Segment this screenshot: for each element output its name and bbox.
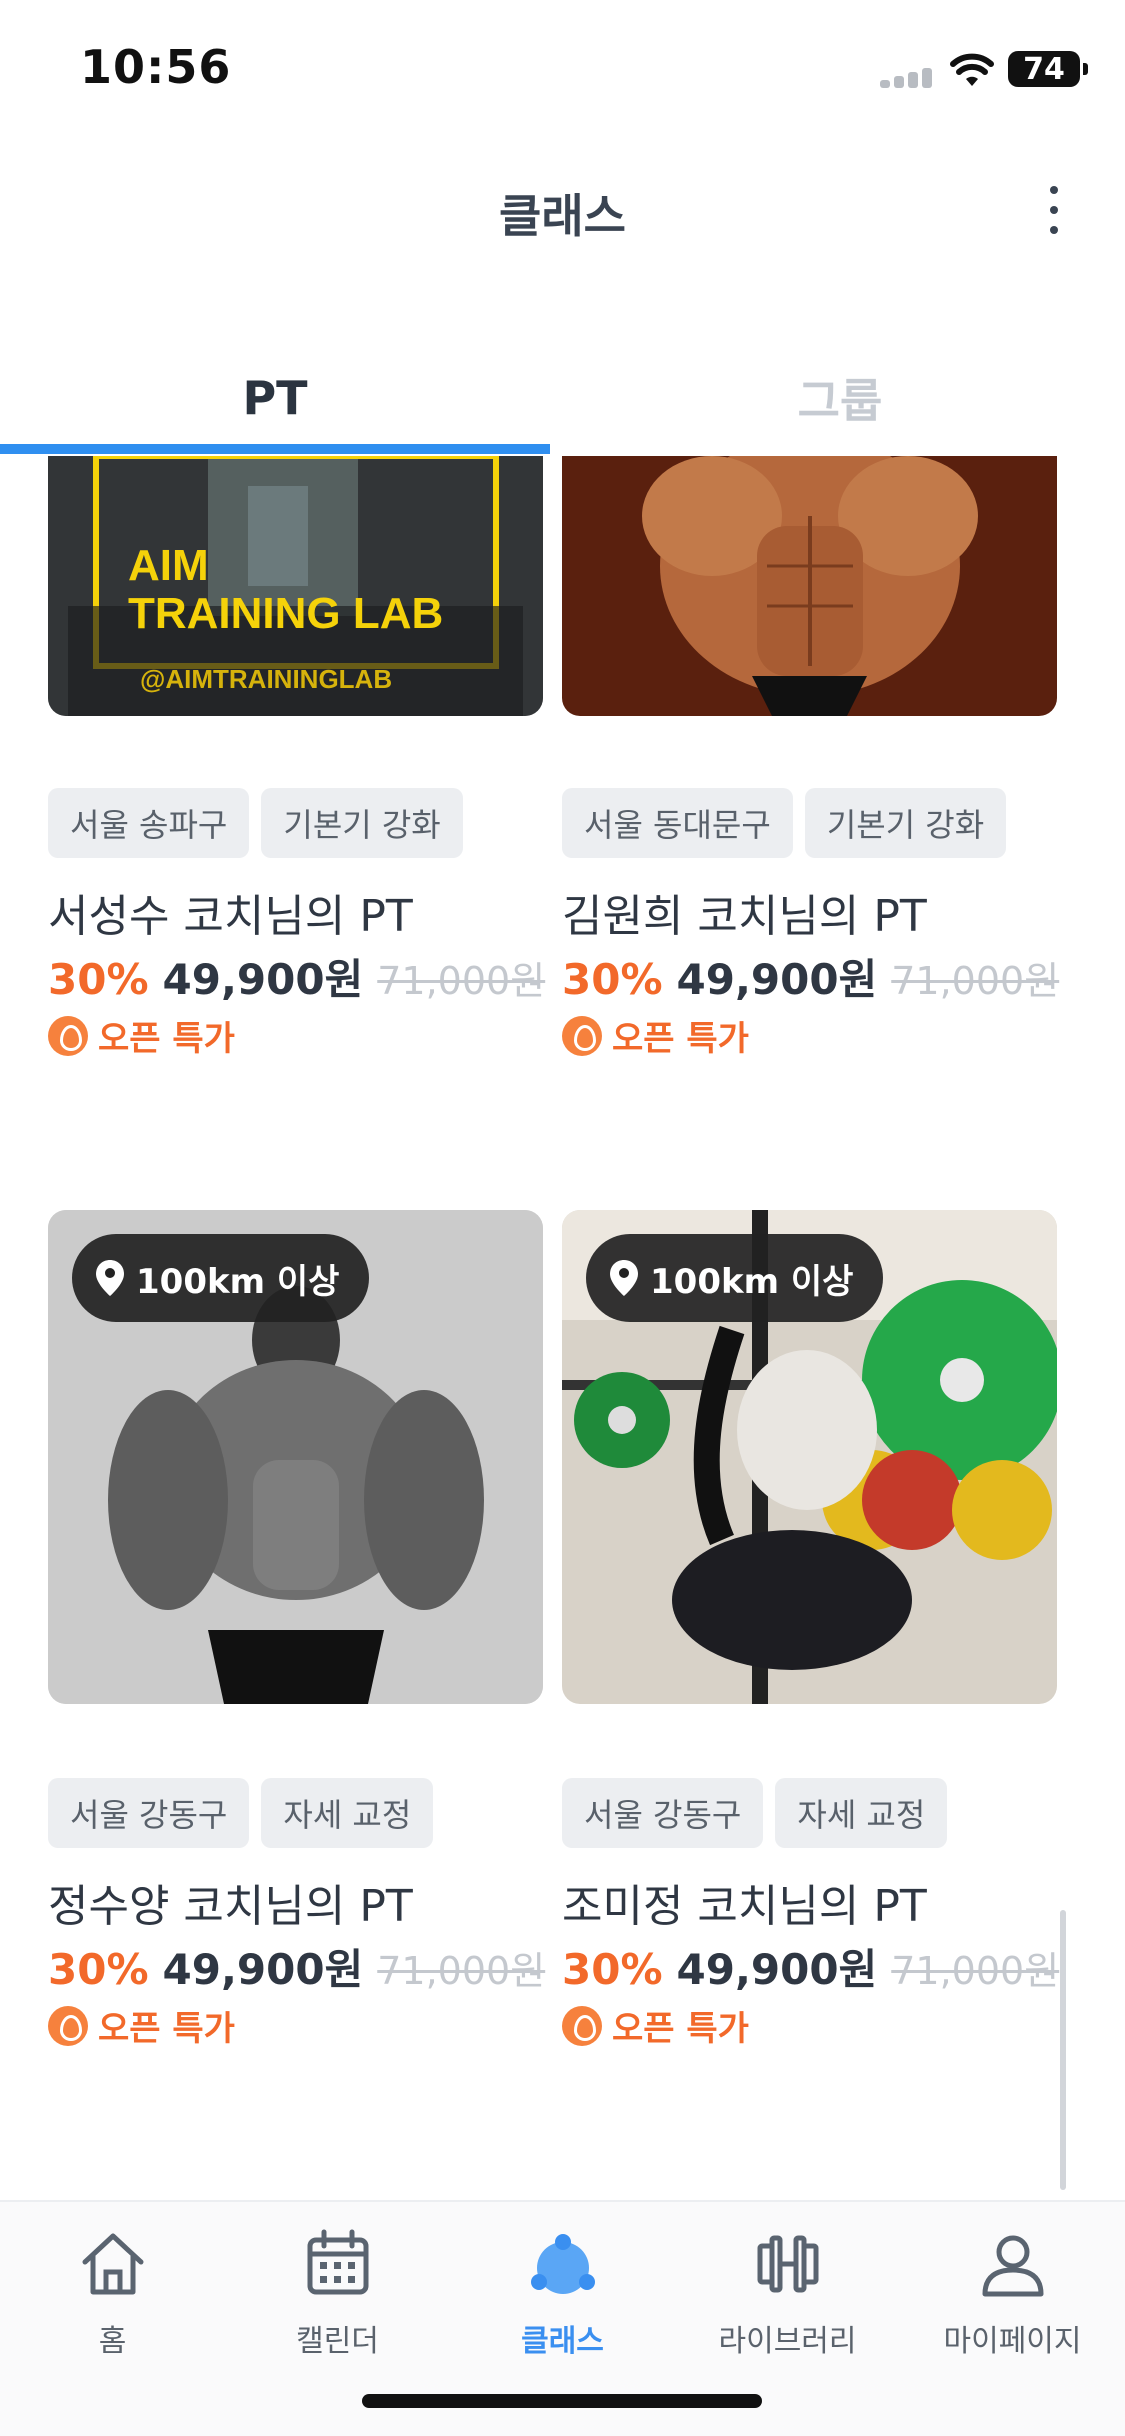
active-tab-indicator — [0, 444, 550, 454]
dumbbell-icon — [757, 2235, 818, 2293]
location-tag: 서울 송파구 — [48, 788, 250, 858]
distance-label: 100km 이상 — [650, 1261, 854, 1302]
class-icon — [530, 2234, 595, 2294]
sale-price: 49,900원 — [162, 1945, 364, 1994]
tag-list: 서울 동대문구 기본기 강화 — [562, 788, 1007, 858]
wifi-icon — [950, 53, 994, 86]
nav-mypage[interactable]: 마이페이지 — [900, 2224, 1125, 2374]
promo-label: 오픈 특가 — [98, 1019, 235, 1059]
tab-group[interactable]: 그룹 — [565, 340, 1115, 456]
price-row: 30% 49,900원 71,000원 — [48, 1936, 545, 1997]
original-price: 71,000원 — [377, 959, 546, 1003]
class-card[interactable]: 100km 이상 서울 강동구 자세 교정 조미정 코치님의 PT 30% 49… — [562, 1210, 1059, 2049]
dot-icon — [1050, 206, 1058, 214]
promo-badge: 오픈 특가 — [562, 1011, 749, 1060]
promo-label: 오픈 특가 — [612, 2009, 749, 2049]
class-image[interactable] — [562, 456, 1057, 716]
class-title: 서성수 코치님의 PT — [48, 891, 413, 942]
class-image[interactable]: 100km 이상 — [562, 1210, 1057, 1704]
original-price: 71,000원 — [377, 1949, 546, 1993]
promo-badge: 오픈 특가 — [562, 2001, 749, 2050]
class-title: 정수양 코치님의 PT — [48, 1881, 413, 1932]
original-price: 71,000원 — [891, 1949, 1060, 1993]
nav-calendar[interactable]: 캘린더 — [225, 2224, 450, 2374]
dot-icon — [1050, 226, 1058, 234]
tag-list: 서울 강동구 자세 교정 — [562, 1778, 948, 1848]
category-tag: 자세 교정 — [261, 1778, 434, 1848]
sale-price: 49,900원 — [676, 1945, 878, 1994]
discount-rate: 30% — [48, 1945, 149, 1994]
tab-bar: PT 그룹 — [0, 340, 1125, 456]
promo-badge: 오픈 특가 — [48, 2001, 235, 2050]
location-pin-icon — [96, 1260, 124, 1296]
location-tag: 서울 강동구 — [562, 1778, 764, 1848]
gym-photo: AIM TRAINING LAB @AIMTRAININGLAB — [48, 456, 543, 716]
image-text-lab: TRAINING LAB — [128, 589, 443, 638]
fire-icon — [48, 1015, 88, 1056]
page-title: 클래스 — [499, 189, 626, 243]
nav-label: 캘린더 — [296, 2324, 379, 2359]
class-title: 조미정 코치님의 PT — [562, 1881, 927, 1932]
price-row: 30% 49,900원 71,000원 — [562, 1936, 1059, 1997]
category-tag: 자세 교정 — [775, 1778, 948, 1848]
discount-rate: 30% — [562, 955, 663, 1004]
promo-label: 오픈 특가 — [98, 2009, 235, 2049]
image-text-handle: @AIMTRAININGLAB — [140, 664, 392, 694]
discount-rate: 30% — [562, 1945, 663, 1994]
status-time: 10:56 — [80, 40, 232, 94]
class-title: 김원희 코치님의 PT — [562, 891, 927, 942]
dot-icon — [1050, 186, 1058, 194]
class-image[interactable]: AIM TRAINING LAB @AIMTRAININGLAB — [48, 456, 543, 716]
nav-label: 클래스 — [521, 2324, 604, 2359]
status-bar: 10:56 74 — [0, 0, 1125, 130]
calendar-icon — [307, 2229, 368, 2295]
person-icon — [982, 2235, 1043, 2297]
sale-price: 49,900원 — [162, 955, 364, 1004]
battery-icon: 74 — [1008, 51, 1088, 87]
original-price: 71,000원 — [891, 959, 1060, 1003]
nav-label: 라이브러리 — [718, 2324, 857, 2359]
class-card[interactable]: 서울 동대문구 기본기 강화 김원희 코치님의 PT 30% 49,900원 7… — [562, 456, 1059, 1076]
tab-pt[interactable]: PT — [0, 340, 550, 456]
price-row: 30% 49,900원 71,000원 — [562, 946, 1059, 1007]
nav-label: 홈 — [98, 2324, 127, 2359]
fire-icon — [48, 2005, 88, 2046]
class-card[interactable]: AIM TRAINING LAB @AIMTRAININGLAB 서울 송파구 … — [48, 456, 545, 1076]
tag-list: 서울 송파구 기본기 강화 — [48, 788, 463, 858]
home-indicator[interactable] — [362, 2394, 762, 2408]
location-pin-icon — [610, 1260, 638, 1296]
category-tag: 기본기 강화 — [261, 788, 463, 858]
fitness-model-photo — [562, 456, 1057, 716]
tag-list: 서울 강동구 자세 교정 — [48, 1778, 434, 1848]
nav-label: 마이페이지 — [943, 2324, 1082, 2359]
category-tag: 기본기 강화 — [804, 788, 1007, 858]
home-icon — [82, 2233, 143, 2295]
class-card[interactable]: 100km 이상 서울 강동구 자세 교정 정수양 코치님의 PT 30% 49… — [48, 1210, 545, 2049]
price-row: 30% 49,900원 71,000원 — [48, 946, 545, 1007]
nav-class[interactable]: 클래스 — [450, 2224, 675, 2374]
distance-badge: 100km 이상 — [72, 1234, 370, 1322]
fire-icon — [562, 1015, 602, 1056]
more-options-button[interactable] — [1034, 180, 1074, 240]
distance-badge: 100km 이상 — [586, 1234, 884, 1322]
image-text-aim: AIM — [128, 541, 209, 590]
sale-price: 49,900원 — [676, 955, 878, 1004]
promo-label: 오픈 특가 — [612, 1019, 749, 1059]
cellular-signal-icon — [880, 68, 936, 88]
location-tag: 서울 동대문구 — [562, 788, 793, 858]
distance-label: 100km 이상 — [136, 1261, 340, 1302]
class-list[interactable]: AIM TRAINING LAB @AIMTRAININGLAB 서울 송파구 … — [0, 456, 1125, 2201]
nav-library[interactable]: 라이브러리 — [675, 2224, 900, 2374]
nav-home[interactable]: 홈 — [0, 2224, 225, 2374]
discount-rate: 30% — [48, 955, 149, 1004]
class-image[interactable]: 100km 이상 — [48, 1210, 543, 1704]
location-tag: 서울 강동구 — [48, 1778, 250, 1848]
scrollbar[interactable] — [1060, 1910, 1066, 2190]
fire-icon — [562, 2005, 602, 2046]
promo-badge: 오픈 특가 — [48, 1011, 235, 1060]
